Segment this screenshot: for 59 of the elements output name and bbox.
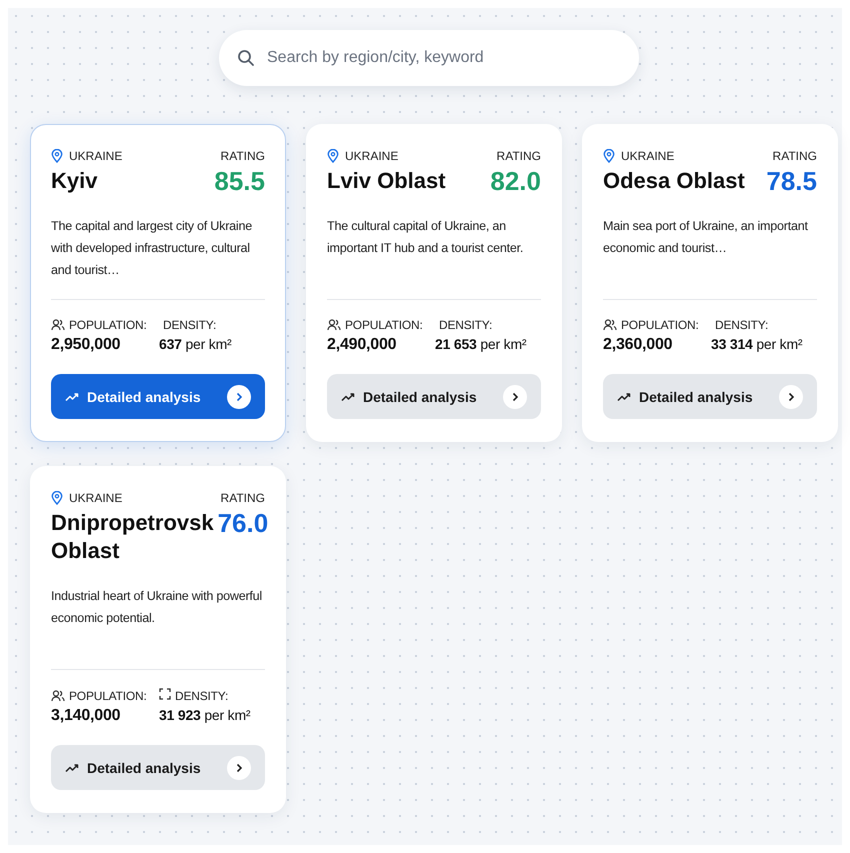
rating-label: RATING (220, 149, 265, 163)
rating-value: 85.5 (214, 167, 265, 195)
people-icon (51, 319, 65, 331)
density-label: DENSITY: (175, 688, 228, 702)
rating-label: RATING (220, 491, 265, 505)
rating-label: RATING (772, 149, 817, 163)
population-value: 2,490,000 (327, 336, 398, 354)
chevron-right-icon (779, 384, 803, 408)
region-description: The cultural capital of Ukraine, an important IT hub and a tourist center. (327, 218, 524, 257)
population-label: POPULATION: (621, 318, 699, 332)
people-icon (51, 690, 65, 702)
location-pin-icon (51, 149, 63, 163)
country-label: UKRAINE (621, 149, 674, 163)
location-pin-icon (51, 491, 63, 505)
people-icon (327, 319, 341, 331)
density-value: 33 314 per km² (711, 336, 804, 354)
trend-up-icon (65, 392, 79, 402)
density-value: 637 per km² (159, 336, 233, 354)
chevron-right-icon (227, 756, 251, 780)
country-label: UKRAINE (345, 149, 398, 163)
search-bar[interactable]: Search by region/city, keyword (219, 30, 639, 86)
rating-value: 78.5 (766, 167, 817, 195)
country-label: UKRAINE (69, 149, 122, 163)
location-pin-icon (327, 149, 339, 163)
population-value: 2,950,000 (51, 336, 122, 354)
population-label: POPULATION: (345, 318, 423, 332)
region-name: Dnipropetrovsk Oblast (51, 509, 214, 565)
rating-value: 76.0 (218, 509, 268, 537)
region-description: Industrial heart of Ukraine with powerful economic potential. (51, 588, 263, 627)
trend-up-icon (617, 392, 631, 402)
trend-up-icon (65, 762, 79, 772)
density-label: DENSITY: (715, 318, 768, 332)
density-value: 21 653 per km² (435, 336, 528, 354)
country-label: UKRAINE (69, 491, 122, 505)
search-input[interactable]: Search by region/city, keyword (265, 48, 621, 68)
rating-value: 82.0 (490, 167, 541, 195)
detailed-analysis-button[interactable]: Detailed analysis (327, 374, 541, 419)
trend-up-icon (341, 392, 355, 402)
population-value: 3,140,000 (51, 707, 122, 725)
people-icon (603, 319, 617, 331)
region-name: Kyiv (51, 167, 98, 195)
population-value: 2,360,000 (603, 336, 674, 354)
region-description: The capital and largest city of Ukraine with developed infrastructure, cultural and tourist… (51, 218, 253, 279)
population-label: POPULATION: (69, 318, 147, 332)
population-label: POPULATION: (69, 688, 147, 702)
density-value: 31 923 per km² (159, 707, 252, 725)
chevron-right-icon (227, 384, 251, 408)
region-description: Main sea port of Ukraine, an important economic and tourist… (603, 218, 809, 257)
location-pin-icon (603, 149, 615, 163)
detailed-analysis-button[interactable]: Detailed analysis (51, 745, 265, 790)
detailed-analysis-button[interactable]: Detailed analysis (603, 374, 817, 419)
search-icon (237, 49, 255, 67)
detailed-analysis-button[interactable]: Detailed analysis (51, 374, 265, 419)
chevron-right-icon (503, 384, 527, 408)
density-label: DENSITY: (439, 318, 492, 332)
density-label: DENSITY: (163, 318, 216, 332)
rating-label: RATING (496, 149, 541, 163)
region-name: Lviv Oblast (327, 167, 446, 195)
region-name: Odesa Oblast (603, 167, 745, 195)
